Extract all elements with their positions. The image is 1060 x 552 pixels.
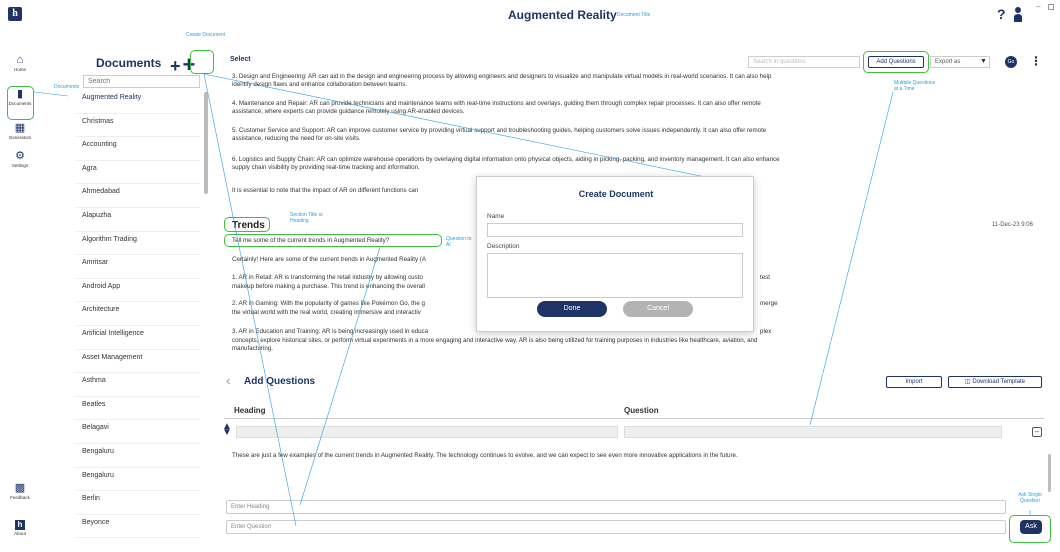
name-field[interactable]	[487, 223, 743, 237]
done-button[interactable]: Done	[537, 301, 607, 317]
name-label: Name	[487, 213, 505, 220]
description-label: Description	[487, 243, 520, 250]
create-document-dialog: Create Document Name Description Done Ca…	[476, 176, 754, 332]
cancel-button[interactable]: Cancel	[623, 301, 693, 317]
description-field[interactable]	[487, 253, 743, 298]
dialog-title: Create Document	[578, 189, 654, 199]
